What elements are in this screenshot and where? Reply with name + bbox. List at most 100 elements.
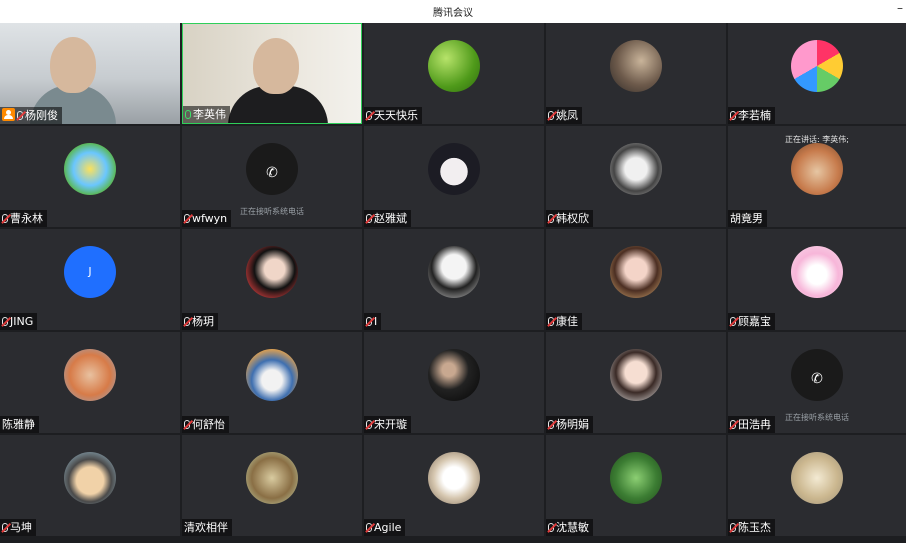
avatar (246, 246, 298, 298)
participant-tile[interactable]: 曹永林 (0, 126, 180, 227)
participant-tile[interactable]: 李英伟 (182, 23, 362, 124)
mic-muted-icon (184, 420, 190, 429)
name-label: 杨明娟 (546, 416, 593, 433)
participant-tile[interactable]: 康佳 (546, 229, 726, 330)
participant-tile[interactable]: 陈玉杰 (728, 435, 906, 536)
name-label: Agile (364, 519, 406, 536)
mic-muted-icon (366, 214, 372, 223)
mic-muted-icon (2, 214, 8, 223)
participant-name: 何舒怡 (192, 418, 225, 431)
name-label: 马坤 (0, 519, 36, 536)
participant-tile[interactable]: 沈慧敏 (546, 435, 726, 536)
name-label: 康佳 (546, 313, 582, 330)
participant-tile[interactable]: 马坤 (0, 435, 180, 536)
name-label: I (364, 313, 382, 330)
name-label: 赵雅斌 (364, 210, 411, 227)
participant-name: 胡竟男 (730, 212, 763, 225)
avatar (246, 349, 298, 401)
name-label: 何舒怡 (182, 416, 229, 433)
avatar (64, 143, 116, 195)
participant-tile[interactable]: 正在讲话: 李英伟; 胡竟男 (728, 126, 906, 227)
mic-muted-icon (730, 523, 736, 532)
participant-tile[interactable]: 宋开璇 (364, 332, 544, 433)
participant-tile[interactable]: 李若楠 (728, 23, 906, 124)
participant-name: 赵雅斌 (374, 212, 407, 225)
participant-tile[interactable]: I (364, 229, 544, 330)
participant-tile[interactable]: 赵雅斌 (364, 126, 544, 227)
name-label: wfwyn (182, 210, 232, 227)
avatar (428, 349, 480, 401)
avatar (64, 452, 116, 504)
name-label: 陈雅静 (0, 416, 39, 433)
name-label: 清欢相伴 (182, 519, 232, 536)
avatar (791, 143, 843, 195)
avatar (246, 452, 298, 504)
participant-tile[interactable]: 姚凤 (546, 23, 726, 124)
avatar (428, 452, 480, 504)
mic-muted-icon (2, 523, 8, 532)
speaking-indicator: 正在讲话: 李英伟; (785, 135, 849, 144)
participant-tile[interactable]: 杨玥 (182, 229, 362, 330)
participant-grid: 杨刚俊 李英伟 天天快乐 姚凤 李若楠曹永林 ✆ 正在接听系统电话 wfwyn 赵雅斌 韩权欣 正在… (0, 23, 906, 539)
avatar (428, 40, 480, 92)
participant-tile[interactable]: 杨刚俊 (0, 23, 180, 124)
phone-icon: ✆ (811, 371, 823, 387)
participant-name: 韩权欣 (556, 212, 589, 225)
person-silhouette (253, 38, 299, 94)
participant-tile[interactable]: 何舒怡 (182, 332, 362, 433)
participant-tile[interactable]: ✆ 正在接听系统电话 wfwyn (182, 126, 362, 227)
participant-name: 顾嘉宝 (738, 315, 771, 328)
avatar (610, 143, 662, 195)
minimize-button[interactable]: – (897, 1, 903, 15)
participant-name: 陈雅静 (2, 418, 35, 431)
mic-muted-icon (548, 420, 554, 429)
participant-tile[interactable]: 韩权欣 (546, 126, 726, 227)
participant-tile[interactable]: 陈雅静 (0, 332, 180, 433)
host-icon (2, 108, 15, 121)
title-bar: 腾讯会议 – (0, 0, 906, 23)
participant-name: Agile (374, 521, 402, 534)
participant-name: 沈慧敏 (556, 521, 589, 534)
participant-tile[interactable]: Agile (364, 435, 544, 536)
name-label: 宋开璇 (364, 416, 411, 433)
avatar (610, 246, 662, 298)
mic-on-icon (185, 110, 191, 119)
mic-muted-icon (548, 111, 554, 120)
participant-name: 姚凤 (556, 109, 578, 122)
participant-tile[interactable]: 天天快乐 (364, 23, 544, 124)
participant-tile[interactable]: ✆ 正在接听系统电话 田浩冉 (728, 332, 906, 433)
participant-name: 宋开璇 (374, 418, 407, 431)
participant-name: 杨玥 (192, 315, 214, 328)
person-silhouette (50, 37, 96, 93)
name-label: 杨玥 (182, 313, 218, 330)
avatar (428, 143, 480, 195)
name-label: 顾嘉宝 (728, 313, 775, 330)
participant-tile[interactable]: 杨明娟 (546, 332, 726, 433)
mic-muted-icon (184, 214, 190, 223)
name-label: 天天快乐 (364, 107, 422, 124)
participant-name: 马坤 (10, 521, 32, 534)
avatar (610, 349, 662, 401)
participant-name: 李英伟 (193, 108, 226, 121)
participant-name: 杨刚俊 (25, 109, 58, 122)
mic-muted-icon (548, 523, 554, 532)
avatar (610, 40, 662, 92)
mic-muted-icon (366, 317, 372, 326)
window-title: 腾讯会议 (433, 8, 473, 19)
participant-tile[interactable]: 顾嘉宝 (728, 229, 906, 330)
phone-avatar: ✆ (246, 143, 298, 195)
avatar (64, 349, 116, 401)
name-label: 沈慧敏 (546, 519, 593, 536)
avatar (791, 40, 843, 92)
mic-muted-icon (17, 111, 23, 120)
participant-tile[interactable]: J JING (0, 229, 180, 330)
name-label: 李英伟 (183, 106, 230, 123)
participant-name: 陈玉杰 (738, 521, 771, 534)
avatar (791, 452, 843, 504)
participant-name: 曹永林 (10, 212, 43, 225)
participant-tile[interactable]: 清欢相伴 (182, 435, 362, 536)
participant-name: 李若楠 (738, 109, 771, 122)
participant-name: 杨明娟 (556, 418, 589, 431)
participant-name: 天天快乐 (374, 109, 418, 122)
avatar (610, 452, 662, 504)
